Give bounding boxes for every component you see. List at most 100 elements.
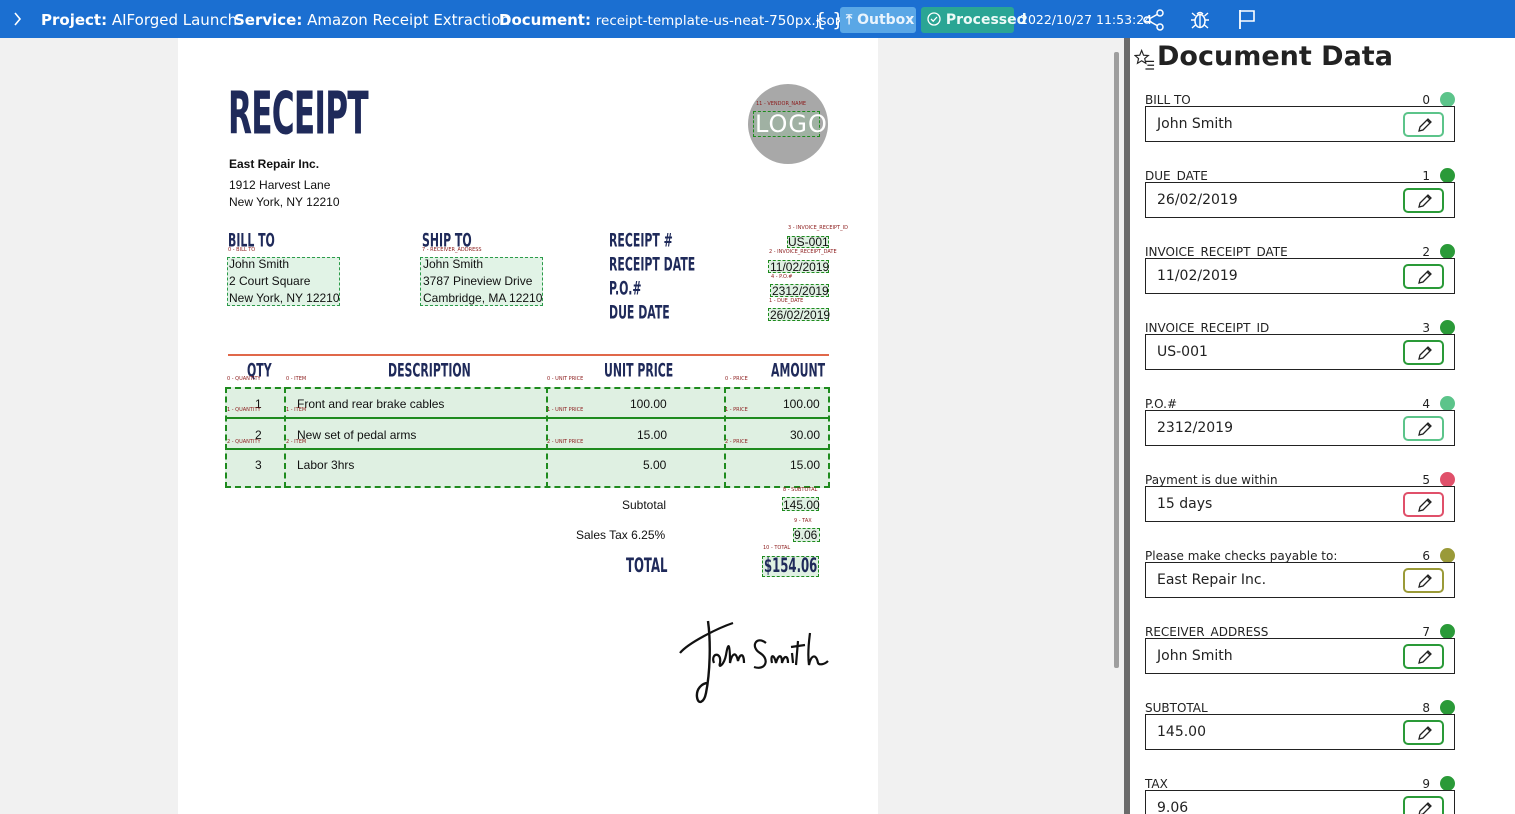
check-circle-icon bbox=[927, 12, 941, 26]
field-value[interactable]: 2312/2019 bbox=[1157, 420, 1233, 436]
service-name[interactable]: Amazon Receipt Extraction bbox=[307, 11, 510, 29]
vendor-name-tag: 11 - VENDOR_NAME bbox=[756, 101, 807, 107]
document-label: Document: bbox=[499, 11, 591, 29]
field-status-dot bbox=[1440, 700, 1455, 715]
field-value[interactable]: John Smith bbox=[1157, 116, 1233, 132]
field-label: SUBTOTAL bbox=[1145, 701, 1208, 715]
share-icon[interactable] bbox=[1141, 7, 1167, 33]
field-index: 0 bbox=[1422, 93, 1430, 107]
row3-qty: 3 bbox=[255, 458, 262, 472]
edit-field-button[interactable] bbox=[1403, 264, 1444, 289]
table-rule bbox=[228, 354, 829, 356]
field-status-dot bbox=[1440, 548, 1455, 563]
flag-icon[interactable] bbox=[1234, 7, 1260, 33]
pencil-icon bbox=[1418, 422, 1432, 436]
document-viewer[interactable]: RECEIPT 11 - VENDOR_NAME LOGO East Repai… bbox=[0, 38, 1124, 814]
field-label: P.O.# bbox=[1145, 397, 1178, 411]
field-label: INVOICE_RECEIPT_ID bbox=[1145, 321, 1270, 335]
edit-field-button[interactable] bbox=[1403, 492, 1444, 517]
ship-to-street: 3787 Pineview Drive bbox=[423, 274, 533, 288]
row1-unit-price-tag: 1 - UNIT PRICE bbox=[547, 407, 584, 413]
po-number-label: P.O.# bbox=[609, 279, 642, 300]
row2-item-tag: 2 - ITEM bbox=[286, 439, 307, 445]
pencil-icon bbox=[1418, 802, 1432, 814]
receipt-id-value: US-001 bbox=[788, 235, 829, 249]
bug-icon[interactable] bbox=[1187, 7, 1213, 33]
edit-field-button[interactable] bbox=[1403, 796, 1444, 814]
row2-amount: 30.00 bbox=[790, 428, 821, 442]
field-label: TAX bbox=[1145, 777, 1168, 791]
field-label: Please make checks payable to: bbox=[1145, 549, 1338, 563]
total-value: $154.06 bbox=[764, 554, 818, 578]
field-value-box[interactable]: 15 days bbox=[1145, 486, 1455, 522]
total-tag: 10 - TOTAL bbox=[763, 545, 791, 551]
field-value-box[interactable]: 9.06 bbox=[1145, 790, 1455, 814]
row1-amount: 100.00 bbox=[783, 397, 820, 411]
qty-tag: 0 - QUANTITY bbox=[227, 376, 261, 382]
edit-field-button[interactable] bbox=[1403, 644, 1444, 669]
field-value-box[interactable]: 145.00 bbox=[1145, 714, 1455, 750]
field-value[interactable]: East Repair Inc. bbox=[1157, 572, 1266, 588]
field-value[interactable]: 11/02/2019 bbox=[1157, 268, 1238, 284]
logo-text: LOGO bbox=[755, 110, 828, 138]
field-value[interactable]: US-001 bbox=[1157, 344, 1208, 360]
field-status-dot bbox=[1440, 168, 1455, 183]
field-status-dot bbox=[1440, 472, 1455, 487]
field-value-box[interactable]: 26/02/2019 bbox=[1145, 182, 1455, 218]
pencil-icon bbox=[1418, 346, 1432, 360]
field-index: 6 bbox=[1422, 549, 1430, 563]
field-value-box[interactable]: John Smith bbox=[1145, 106, 1455, 142]
field-value[interactable]: 9.06 bbox=[1157, 800, 1188, 814]
total-label: TOTAL bbox=[626, 554, 668, 578]
price-tag: 0 - PRICE bbox=[725, 376, 748, 382]
col-amount: AMOUNT bbox=[771, 361, 826, 382]
table-row-divider bbox=[225, 417, 830, 419]
table-divider bbox=[284, 387, 286, 488]
due-date-tag: 1 - DUE_DATE bbox=[769, 298, 804, 304]
field-value-box[interactable]: John Smith bbox=[1145, 638, 1455, 674]
pencil-icon bbox=[1418, 194, 1432, 208]
viewer-scrollbar[interactable] bbox=[1114, 52, 1119, 668]
field-value-box[interactable]: US-001 bbox=[1145, 334, 1455, 370]
edit-field-button[interactable] bbox=[1403, 416, 1444, 441]
ship-to-name: John Smith bbox=[423, 257, 484, 271]
field-value[interactable]: John Smith bbox=[1157, 648, 1233, 664]
expand-chevron-icon[interactable] bbox=[12, 0, 24, 38]
company-address-line2: New York, NY 12210 bbox=[229, 195, 340, 209]
row1-price-tag: 1 - PRICE bbox=[725, 407, 748, 413]
row3-amount: 15.00 bbox=[790, 458, 821, 472]
field-value[interactable]: 15 days bbox=[1157, 496, 1212, 512]
field-label: INVOICE_RECEIPT_DATE bbox=[1145, 245, 1288, 259]
pencil-icon bbox=[1418, 650, 1432, 664]
receipt-date-value: 11/02/2019 bbox=[770, 260, 830, 274]
field-value-box[interactable]: East Repair Inc. bbox=[1145, 562, 1455, 598]
field-value-box[interactable]: 11/02/2019 bbox=[1145, 258, 1455, 294]
edit-field-button[interactable] bbox=[1403, 568, 1444, 593]
edit-field-button[interactable] bbox=[1403, 112, 1444, 137]
document-name[interactable]: receipt-template-us-neat-750px.json bbox=[596, 13, 844, 29]
field-index: 4 bbox=[1422, 397, 1430, 411]
item-tag: 0 - ITEM bbox=[286, 376, 307, 382]
ship-to-city: Cambridge, MA 12210 bbox=[423, 291, 543, 305]
field-value-box[interactable]: 2312/2019 bbox=[1145, 410, 1455, 446]
field-label: RECEIVER_ADDRESS bbox=[1145, 625, 1269, 639]
edit-field-button[interactable] bbox=[1403, 340, 1444, 365]
subtotal-value: 145.00 bbox=[783, 498, 820, 512]
edit-field-button[interactable] bbox=[1403, 188, 1444, 213]
project-name[interactable]: AIForged Launch bbox=[112, 11, 237, 29]
field-value[interactable]: 26/02/2019 bbox=[1157, 192, 1238, 208]
field-value[interactable]: 145.00 bbox=[1157, 724, 1206, 740]
star-list-icon[interactable] bbox=[1134, 49, 1155, 70]
row1-unit-price: 100.00 bbox=[630, 397, 667, 411]
subtotal-tag: 8 - SUBTOTAL bbox=[783, 487, 818, 493]
edit-field-button[interactable] bbox=[1403, 720, 1444, 745]
project-info: Project: AIForged Launch bbox=[41, 0, 237, 38]
processed-badge[interactable]: Processed bbox=[921, 7, 1027, 33]
receipt-page[interactable]: RECEIPT 11 - VENDOR_NAME LOGO East Repai… bbox=[178, 38, 878, 814]
bill-to-city: New York, NY 12210 bbox=[229, 291, 340, 305]
field-index: 1 bbox=[1422, 169, 1430, 183]
outbox-button[interactable]: ⤒ Outbox bbox=[840, 7, 916, 33]
field-index: 5 bbox=[1422, 473, 1430, 487]
field-index: 3 bbox=[1422, 321, 1430, 335]
field-status-dot bbox=[1440, 624, 1455, 639]
